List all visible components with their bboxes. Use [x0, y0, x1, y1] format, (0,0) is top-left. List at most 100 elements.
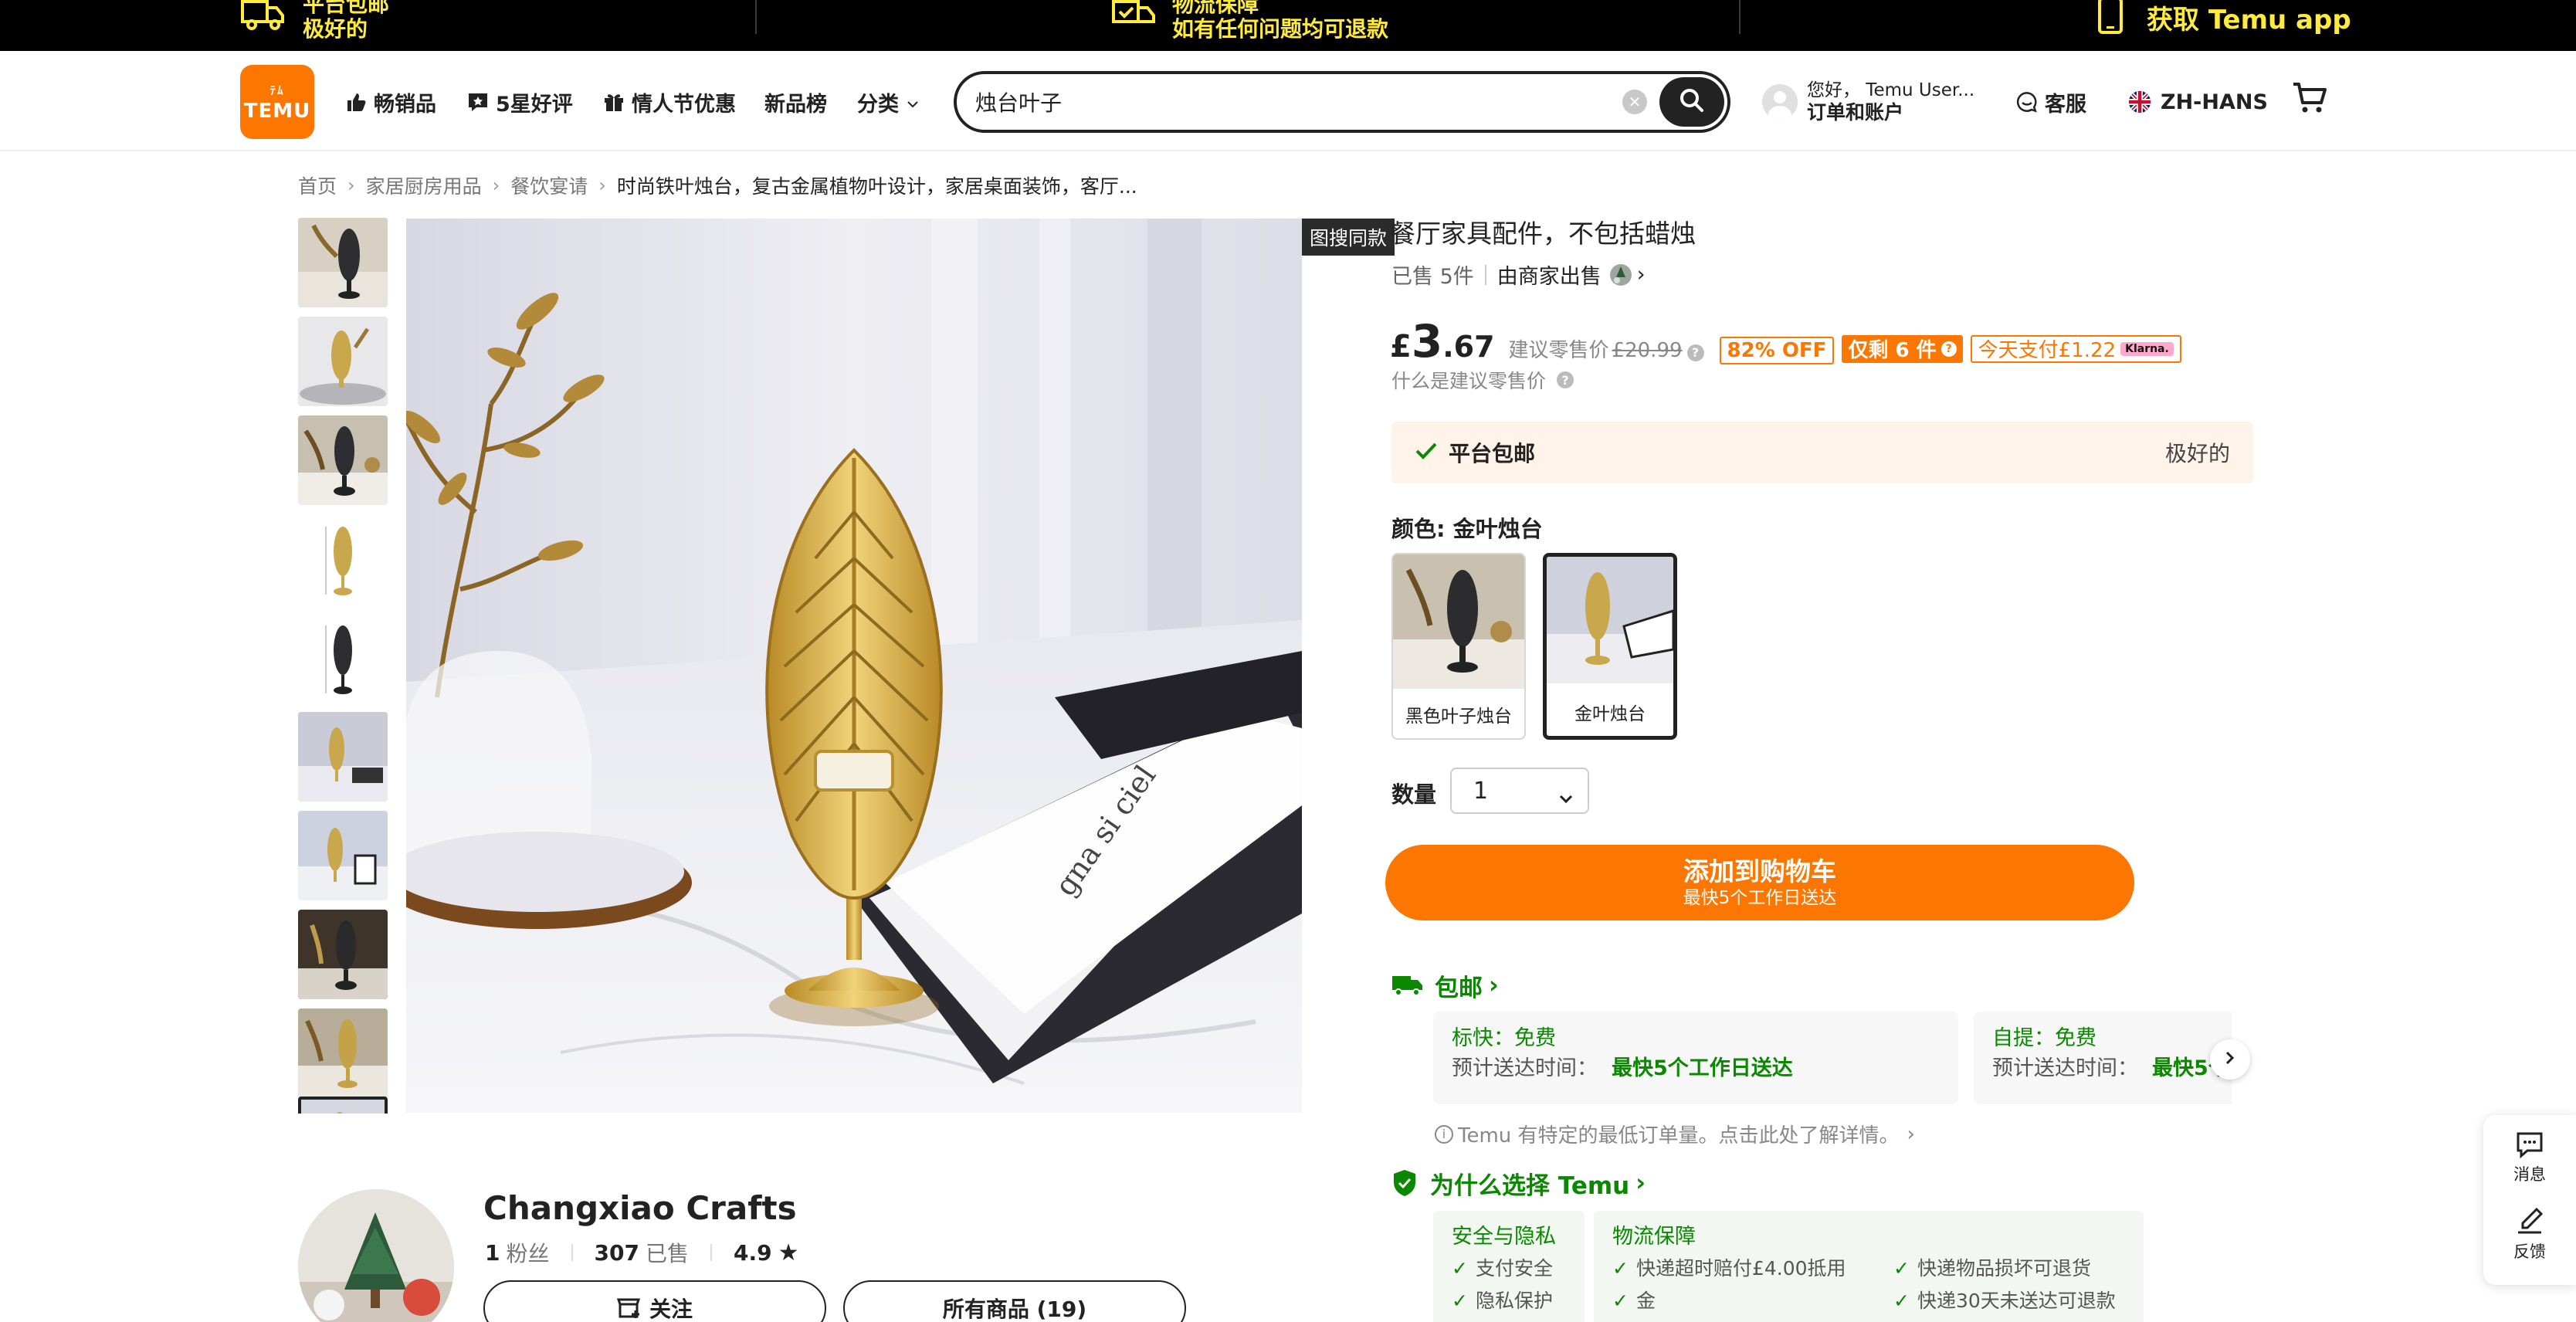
account-menu[interactable]: 您好， Temu User... 订单和账户 [1762, 79, 1974, 125]
store-sold-label: 已售 [645, 1241, 689, 1266]
shipping-next-button[interactable] [2210, 1039, 2250, 1080]
help-icon: ? [1557, 371, 1574, 388]
why-temu-link[interactable]: 为什么选择 Temu › [1391, 1166, 1646, 1200]
banner-get-app[interactable]: 获取 Temu app [2097, 0, 2351, 51]
message-icon [2515, 1132, 2544, 1162]
divider [1484, 264, 1486, 285]
follow-store-button[interactable]: 关注 [483, 1280, 826, 1322]
seller-avatar-icon[interactable] [1609, 263, 1632, 286]
quantity-select[interactable]: 1 [1450, 768, 1589, 814]
chevron-right-icon: › [1489, 971, 1499, 999]
temu-logo[interactable]: ﾃﾑ TEMU [240, 65, 314, 139]
breadcrumb-home[interactable]: 首页 [298, 171, 337, 199]
free-shipping-link[interactable]: 包邮 › [1391, 970, 1499, 1002]
add-to-cart-label: 添加到购物车 [1683, 856, 1836, 886]
chevron-right-icon: › [347, 175, 355, 196]
banner-mid-line2: 如有任何问题均可退款 [1172, 16, 1389, 42]
search-button[interactable] [1659, 77, 1724, 127]
thumbnail-image[interactable] [298, 712, 388, 802]
stock-left-text: 仅剩 6 件 [1848, 339, 1937, 362]
store-avatar[interactable]: 5 [298, 1189, 454, 1322]
thumbs-up-icon [344, 90, 368, 114]
thumbnail-image[interactable] [298, 317, 388, 406]
stock-left-badge[interactable]: 仅剩 6 件 ? [1842, 334, 1963, 363]
thumbnail-image[interactable] [298, 514, 388, 604]
min-order-link[interactable]: i Temu 有特定的最低订单量。点击此处了解详情。 › [1435, 1120, 1915, 1148]
sold-count: 已售 5件 [1391, 265, 1474, 289]
chevron-right-icon: › [1636, 263, 1646, 286]
message-label: 消息 [2513, 1165, 2546, 1184]
all-items-label: 所有商品 (19) [942, 1297, 1087, 1322]
svg-text:5: 5 [434, 1316, 453, 1322]
why-logistics-item: 快递30天未送达可退款 [1893, 1285, 2116, 1317]
seller-prefix[interactable]: 由商家出售 [1497, 259, 1602, 290]
thumbnail-image[interactable] [298, 910, 388, 999]
logo-line2: TEMU [243, 99, 311, 123]
chat-bubble-icon [2015, 90, 2039, 114]
feedback-label: 反馈 [2513, 1242, 2546, 1261]
nav-valentines[interactable]: 情人节优惠 [602, 83, 736, 120]
customer-service-label: 客服 [2045, 92, 2086, 117]
nav-categories[interactable]: 分类 [857, 83, 919, 120]
feedback-button[interactable]: 反馈 [2483, 1206, 2576, 1263]
cart-button[interactable] [2292, 82, 2327, 119]
image-search-button[interactable]: 图搜同款 [1302, 219, 1395, 256]
thumbnail-image[interactable] [298, 613, 388, 703]
swatch-gold-leaf[interactable]: 金叶烛台 [1543, 553, 1677, 740]
search-icon [1678, 86, 1706, 117]
nav-new-arrivals[interactable]: 新品榜 [764, 83, 827, 120]
price-decimal: .67 [1442, 330, 1495, 364]
info-icon: i [1435, 1124, 1453, 1144]
breadcrumb-current: 时尚铁叶烛台，复古金属植物叶设计，家居桌面装饰，客厅... [616, 175, 1137, 198]
thumbnail-image[interactable] [298, 1008, 388, 1098]
thumbnail-image[interactable] [298, 218, 388, 307]
search-input[interactable] [975, 85, 1624, 119]
nav-valentines-label: 情人节优惠 [632, 92, 736, 117]
add-to-cart-sublabel: 最快5个工作日送达 [1683, 888, 1837, 908]
breadcrumb-dining[interactable]: 餐饮宴请 [510, 171, 588, 199]
follow-label: 关注 [649, 1297, 693, 1322]
message-button[interactable]: 消息 [2483, 1130, 2576, 1185]
help-icon: ? [1940, 341, 1957, 357]
banner-logistics[interactable]: 物流保障 如有任何问题均可退款 [1112, 0, 1388, 51]
store-fans-count: 1 [485, 1239, 500, 1266]
swatch-black-leaf[interactable]: 黑色叶子烛台 [1391, 553, 1526, 740]
banner-mid-line1: 物流保障 [1172, 0, 1259, 17]
thumbnail-image[interactable] [298, 811, 388, 900]
breadcrumb-home-kitchen[interactable]: 家居厨房用品 [366, 171, 482, 199]
why-security-head: 安全与隐私 [1452, 1225, 1556, 1249]
what-is-rrp-text: 什么是建议零售价 [1391, 370, 1547, 392]
banner-left-line2: 极好的 [303, 16, 368, 42]
what-is-rrp-link[interactable]: 什么是建议零售价 ? [1391, 366, 1581, 394]
swatch-label: 金叶烛台 [1574, 704, 1646, 724]
why-security-item: 隐私保护 [1452, 1285, 1566, 1317]
user-avatar-icon [1762, 84, 1798, 120]
clear-search-icon[interactable]: ✕ [1622, 90, 1647, 114]
main-product-image[interactable]: gna si ciel [406, 219, 1302, 1113]
standard-shipping-eta: 预计送达时间： 最快5个工作日送达 [1452, 1053, 1940, 1084]
delivery-truck-icon [1391, 973, 1424, 998]
eta-value: 最快5个工作日送达 [1612, 1056, 1793, 1080]
all-items-button[interactable]: 所有商品 (19) [843, 1280, 1186, 1322]
shield-check-icon [1391, 1168, 1418, 1198]
help-icon[interactable]: ? [1686, 344, 1704, 361]
why-logistics-item-cont-text: 金 [1635, 1290, 1656, 1312]
nav-five-star[interactable]: 5星好评 [466, 83, 573, 120]
price-row: £ 3 .67 建议零售价 £20.99 ? 82% OFF 仅剩 6 件 ? … [1390, 315, 2181, 369]
add-follow-icon [616, 1297, 642, 1320]
rrp-value-text: £20.99 [1612, 339, 1683, 362]
customer-service[interactable]: 客服 [2015, 83, 2086, 120]
klarna-badge[interactable]: 今天支付£1.22 Klarna. [1970, 334, 2181, 363]
language-selector[interactable]: ZH-HANS [2128, 83, 2268, 120]
thumbnail-image-selected[interactable] [298, 1097, 388, 1114]
thumbnail-image[interactable] [298, 415, 388, 505]
banner-free-shipping[interactable]: 平台包邮 极好的 [241, 0, 389, 51]
uk-flag-icon [2128, 90, 2151, 114]
language-label: ZH-HANS [2161, 90, 2268, 114]
nav-bestsellers[interactable]: 畅销品 [344, 83, 436, 120]
star-icon: ★ [778, 1239, 799, 1266]
nav-new-arrivals-label: 新品榜 [764, 92, 827, 117]
why-security-box: 安全与隐私 支付安全 隐私保护 [1433, 1211, 1585, 1322]
store-name[interactable]: Changxiao Crafts [483, 1189, 797, 1227]
add-to-cart-button[interactable]: 添加到购物车 最快5个工作日送达 [1385, 845, 2134, 920]
